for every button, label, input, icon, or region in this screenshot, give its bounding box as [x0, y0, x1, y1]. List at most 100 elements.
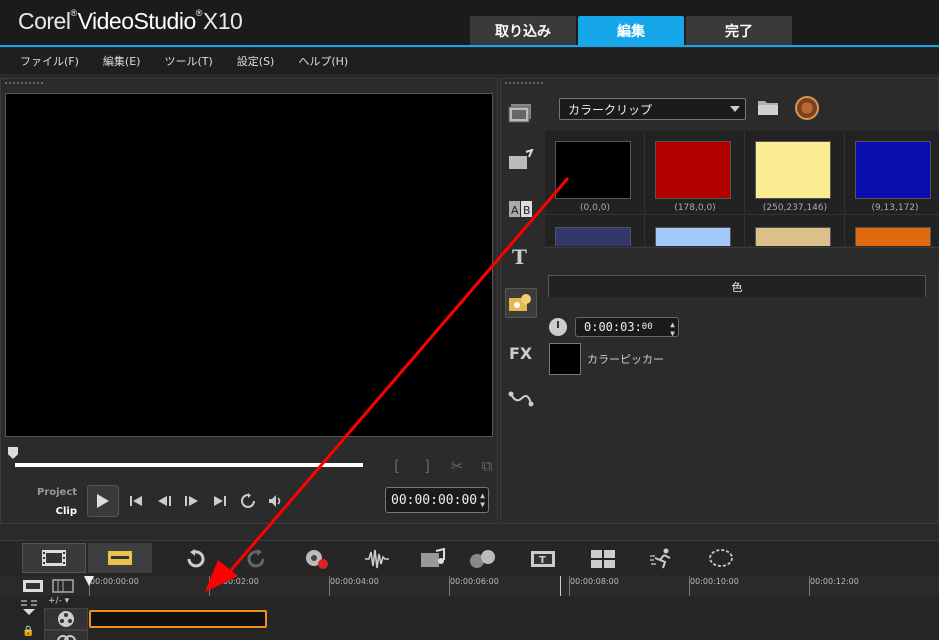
title-icon[interactable]: T	[505, 241, 537, 271]
instant-project-icon[interactable]	[505, 145, 537, 175]
chapter-marker-icon[interactable]	[52, 578, 74, 594]
menu-help[interactable]: ヘルプ(H)	[298, 53, 348, 69]
play-icon	[97, 494, 109, 508]
clock-icon	[549, 318, 567, 336]
path-icon[interactable]	[505, 384, 537, 414]
project-label[interactable]: Project	[37, 483, 77, 502]
swatch-color	[855, 141, 931, 199]
previous-frame-button[interactable]	[153, 490, 175, 512]
folder-icon[interactable]	[757, 97, 779, 117]
mark-in-icon[interactable]: [	[387, 457, 407, 475]
project-clip-switch[interactable]: Project Clip	[37, 483, 77, 521]
timecode-spinner[interactable]: ▲ ▼	[480, 491, 485, 509]
mark-out-icon[interactable]: ]	[417, 457, 437, 475]
scissors-icon[interactable]: ✂	[447, 457, 467, 475]
color-clip[interactable]	[89, 610, 267, 628]
filmstrip-icon	[42, 550, 66, 566]
timeline-view-button[interactable]	[88, 543, 152, 573]
repeat-icon	[241, 493, 255, 508]
tab-edit[interactable]: 編集	[578, 16, 684, 46]
options-bar	[545, 247, 939, 269]
menu-edit[interactable]: 編集(E)	[103, 53, 141, 69]
swatch-item[interactable]	[545, 217, 645, 246]
swatch-label: (9,13,172)	[871, 203, 919, 213]
prev-frame-icon	[158, 496, 171, 506]
ruler-label: 00:00:06:00	[450, 577, 499, 586]
motion-tracking-button[interactable]	[468, 545, 498, 573]
timeline-ruler[interactable]: 00:00:00:00 00:00:02:00 00:00:04:00 00:0…	[0, 576, 939, 596]
enlarge-icon[interactable]: ⧉	[477, 457, 497, 475]
next-frame-button[interactable]	[181, 490, 203, 512]
swatch-color	[555, 227, 631, 246]
duration-frames: 00	[641, 322, 653, 332]
sound-mixer-button[interactable]	[362, 545, 392, 573]
swatch-item[interactable]: (178,0,0)	[645, 131, 745, 215]
timecode-display[interactable]: 00:00:00:00 ▲ ▼	[385, 487, 489, 513]
tab-share[interactable]: 完了	[686, 16, 792, 46]
project-end-marker	[560, 576, 561, 596]
lock-icon[interactable]: 🔒	[22, 626, 34, 637]
auto-music-button[interactable]	[418, 545, 448, 573]
grid-icon	[591, 550, 615, 568]
track-options-icon[interactable]	[18, 598, 40, 618]
time-remapping-button[interactable]	[648, 545, 678, 573]
track-manager-icon[interactable]	[22, 578, 44, 594]
undo-button[interactable]	[180, 545, 210, 573]
duration-value: 0:00:03:	[584, 320, 642, 334]
go-to-start-button[interactable]	[125, 490, 147, 512]
transition-icon[interactable]: AB	[505, 194, 537, 224]
filter-fx-icon[interactable]: FX	[505, 337, 537, 367]
swatch-label: (0,0,0)	[580, 203, 610, 213]
subtitle-editor-button[interactable]: T	[528, 545, 558, 573]
transport-controls	[87, 485, 287, 517]
scrubber-handle[interactable]	[8, 447, 18, 459]
tab-capture[interactable]: 取り込み	[470, 16, 576, 46]
mask-creator-button[interactable]	[706, 545, 736, 573]
swatch-color	[755, 227, 831, 246]
track-toggle[interactable]: +/- ▾	[48, 596, 69, 606]
menu-bar: ファイル(F) 編集(E) ツール(T) 設定(S) ヘルプ(H)	[0, 48, 939, 74]
multi-camera-button[interactable]	[588, 545, 618, 573]
video-track-header[interactable]	[44, 608, 88, 630]
swatch-item[interactable]: (250,237,146)	[745, 131, 845, 215]
panel-grip[interactable]	[4, 81, 44, 85]
color-wheel-icon[interactable]	[795, 96, 819, 120]
menu-file[interactable]: ファイル(F)	[20, 53, 79, 69]
swatch-item[interactable]	[845, 217, 939, 246]
mode-tabs: 取り込み 編集 完了	[470, 16, 794, 46]
play-button[interactable]	[87, 485, 119, 517]
redo-icon	[247, 549, 265, 568]
ruler-label: 00:00:02:00	[210, 577, 259, 586]
redo-button[interactable]	[242, 545, 272, 573]
record-icon	[306, 550, 328, 569]
overlay-track-header[interactable]	[44, 630, 88, 640]
menu-tools[interactable]: ツール(T)	[164, 53, 212, 69]
tab-color[interactable]: 色	[548, 275, 926, 297]
swatch-label: (178,0,0)	[674, 203, 716, 213]
speaker-icon	[269, 495, 281, 507]
duration-field[interactable]: 0:00:03: 00 ▲ ▼	[575, 317, 679, 338]
storyboard-view-button[interactable]	[22, 543, 86, 573]
volume-button[interactable]	[265, 490, 287, 512]
graphic-icon[interactable]	[505, 288, 537, 318]
swatch-item[interactable]: (0,0,0)	[545, 131, 645, 215]
accent-line	[0, 45, 939, 47]
swatch-item[interactable]	[645, 217, 745, 246]
brand-prefix: Corel	[18, 8, 71, 34]
swatch-item[interactable]	[745, 217, 845, 246]
swatch-item[interactable]: (9,13,172)	[845, 131, 939, 215]
scrubber-bar[interactable]	[15, 463, 363, 467]
ruler-label: 00:00:00:00	[90, 577, 139, 586]
duration-spinner[interactable]: ▲ ▼	[670, 320, 675, 338]
clip-label[interactable]: Clip	[37, 502, 77, 521]
panel-grip[interactable]	[504, 81, 544, 85]
menu-settings[interactable]: 設定(S)	[237, 53, 275, 69]
media-library-icon[interactable]	[505, 97, 537, 127]
gallery-dropdown[interactable]: カラークリップ	[559, 98, 746, 120]
tracking-icon	[470, 550, 495, 568]
repeat-button[interactable]	[237, 490, 259, 512]
color-picker-swatch[interactable]	[549, 343, 581, 375]
record-capture-button[interactable]	[302, 545, 332, 573]
go-to-end-button[interactable]	[209, 490, 231, 512]
ruler-label: 00:00:04:00	[330, 577, 379, 586]
